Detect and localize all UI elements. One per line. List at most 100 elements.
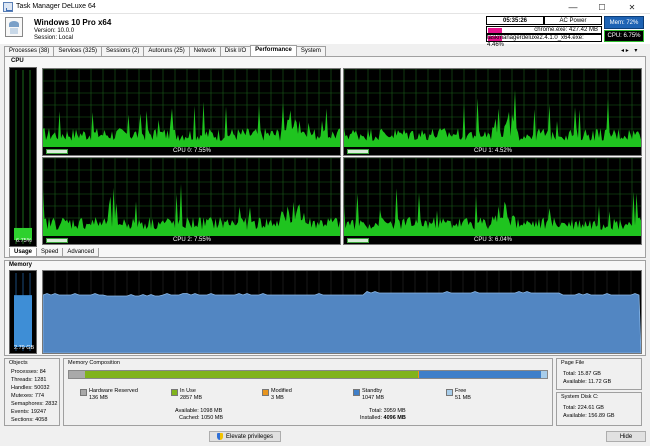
standby-value: 1047 MB	[362, 395, 385, 401]
objects-processes: Processes: 84	[11, 369, 46, 375]
subtab-advanced[interactable]: Advanced	[62, 248, 100, 257]
title-bar: Task Manager DeLuxe 64 — ☐ ✕	[0, 0, 650, 14]
app-icon	[3, 2, 13, 12]
cpu-2-mini-bar	[46, 238, 68, 243]
objects-events: Events: 19247	[11, 409, 47, 415]
cpu-0-label: CPU 0: 7.55%	[173, 148, 212, 154]
tab-network[interactable]: Network	[188, 46, 221, 56]
standby-swatch	[353, 389, 360, 396]
hardware-reserved-value: 136 MB	[89, 395, 108, 401]
modified-value: 3 MB	[271, 395, 284, 401]
top-memory-process: chrome.exe: 427.42 MB	[486, 26, 602, 34]
close-button[interactable]: ✕	[620, 0, 644, 14]
composition-cached: Cached: 1050 MB	[179, 415, 224, 421]
os-session: Session: Local	[34, 35, 74, 41]
cpu-2-label: CPU 2: 7.55%	[173, 237, 212, 243]
cpu-0-graph: CPU 0: 7.55%	[42, 68, 341, 156]
cpu-subtabs: Usage Speed Advanced	[9, 248, 100, 257]
standby-name: Standby	[362, 388, 383, 394]
modified-name: Modified	[271, 388, 292, 394]
objects-mutexes: Mutexes: 774	[11, 393, 45, 399]
free-swatch	[446, 389, 453, 396]
tab-navigation: ◂ ▸ ▾	[621, 47, 637, 54]
os-name: Windows 10 Pro x64	[34, 18, 112, 27]
subtab-speed[interactable]: Speed	[36, 248, 64, 257]
free-segment	[541, 371, 547, 378]
cpu-0-mini-bar	[46, 149, 68, 154]
tab-next-icon[interactable]: ▸	[626, 48, 629, 54]
tab-disk-io[interactable]: Disk I/O	[219, 46, 252, 56]
cpu-2-graph: CPU 2: 7.55%	[42, 157, 341, 245]
cpu-1-mini-bar	[347, 149, 369, 154]
free-name: Free	[455, 388, 467, 394]
cpu-section-title: CPU	[11, 58, 24, 64]
tab-prev-icon[interactable]: ◂	[621, 48, 624, 54]
minimize-button[interactable]: —	[561, 0, 585, 14]
hardware-reserved-swatch	[80, 389, 87, 396]
installed-value: 4096 MB	[383, 415, 406, 421]
memory-composition-panel: Memory Composition Hardware Reserved 136…	[63, 358, 553, 426]
memory-swatch	[488, 28, 502, 33]
page-file-total: Total: 15.87 GB	[563, 371, 601, 377]
memory-history-area	[43, 291, 641, 353]
main-tabs: Processes (38) Services (325) Sessions (…	[4, 45, 326, 56]
tab-services[interactable]: Services (325)	[53, 46, 103, 56]
modified-swatch	[262, 389, 269, 396]
page-file-title: Page File	[561, 360, 585, 366]
objects-semaphores: Semaphores: 2832	[11, 401, 58, 407]
subtab-usage[interactable]: Usage	[9, 248, 38, 257]
tab-system[interactable]: System	[295, 46, 326, 56]
window-title: Task Manager DeLuxe 64	[16, 3, 96, 10]
shield-icon	[216, 433, 223, 440]
composition-installed: Installed: 4096 MB	[360, 415, 406, 421]
clock-readout: 05:35:26	[486, 16, 544, 25]
memory-usage-badge[interactable]: Mem: 72%	[604, 16, 644, 29]
composition-title: Memory Composition	[68, 360, 120, 366]
computer-icon	[5, 17, 23, 37]
tab-performance[interactable]: Performance	[250, 45, 297, 56]
standby-segment	[418, 371, 542, 378]
hide-button[interactable]: Hide	[606, 431, 646, 442]
cpu-3-mini-bar	[347, 238, 369, 243]
system-disk-available: Available: 156.89 GB	[563, 413, 615, 419]
system-disk-panel: System Disk C: Total: 224.61 GB Availabl…	[556, 392, 642, 426]
memory-used-value: 2.79 GB	[14, 345, 35, 351]
task-manager-window: Task Manager DeLuxe 64 — ☐ ✕ Windows 10 …	[0, 0, 650, 446]
elevate-privileges-button[interactable]: Elevate privileges	[209, 431, 281, 442]
memory-history-graph	[42, 270, 642, 354]
in-use-swatch	[171, 389, 178, 396]
objects-sections: Sections: 4058	[11, 417, 48, 423]
top-cpu-process: taskmanagerdeluxe2.4.1.0_x64.exe: 4.46%	[486, 34, 602, 48]
page-file-panel: Page File Total: 15.87 GB Available: 11.…	[556, 358, 642, 390]
cpu-0-history-area	[43, 101, 340, 147]
cpu-2-history-area	[43, 183, 340, 236]
in-use-value: 2857 MB	[180, 395, 203, 401]
objects-panel: Objects Processes: 84 Threads: 1281 Hand…	[4, 358, 60, 426]
tab-menu-icon[interactable]: ▾	[634, 48, 637, 54]
tab-processes[interactable]: Processes (38)	[4, 46, 55, 56]
system-disk-title: System Disk C:	[561, 394, 599, 400]
in-use-name: In Use	[180, 388, 196, 394]
cpu-usage-badge[interactable]: CPU: 6.75%	[604, 30, 644, 42]
tab-sessions[interactable]: Sessions (2)	[101, 46, 145, 56]
maximize-button[interactable]: ☐	[590, 0, 614, 14]
cpu-3-label: CPU 3: 6.04%	[474, 237, 513, 243]
memory-composition-bar	[68, 370, 548, 379]
page-file-available: Available: 11.72 GB	[563, 379, 612, 385]
memory-section-title: Memory	[9, 262, 33, 268]
cpu-total-value: 6.75%	[16, 238, 32, 244]
cpu-1-label: CPU 1: 4.52%	[474, 148, 513, 154]
tab-autoruns[interactable]: Autoruns (25)	[143, 46, 190, 56]
cpu-3-graph: CPU 3: 6.04%	[343, 157, 642, 245]
memory-meter-fill	[14, 295, 32, 347]
cpu-1-graph: CPU 1: 4.52%	[343, 68, 642, 156]
os-version: Version: 10.0.0	[34, 28, 75, 34]
memory-meter: 2.79 GB	[9, 270, 37, 354]
power-status: AC Power	[544, 16, 602, 25]
hardware-reserved-segment	[69, 371, 85, 378]
in-use-segment	[84, 371, 419, 378]
composition-total: Total: 3959 MB	[369, 408, 406, 414]
cpu-1-history-area	[344, 89, 641, 147]
objects-handles: Handles: 50032	[11, 385, 50, 391]
free-value: 51 MB	[455, 395, 471, 401]
